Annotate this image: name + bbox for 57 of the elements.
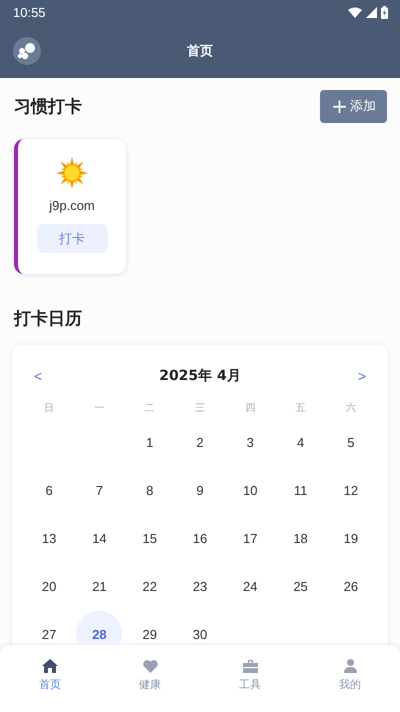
battery-icon bbox=[381, 6, 388, 18]
calendar-day[interactable]: 15 bbox=[126, 515, 173, 561]
person-icon bbox=[344, 659, 356, 673]
calendar-day[interactable]: 4 bbox=[278, 419, 324, 465]
calendar-day[interactable]: 18 bbox=[278, 515, 324, 561]
logo-icon[interactable] bbox=[13, 37, 41, 65]
toolbox-icon bbox=[242, 660, 258, 672]
calendar-day[interactable]: 20 bbox=[26, 563, 72, 609]
calendar-day[interactable]: 3 bbox=[227, 419, 274, 465]
weekday-label: 一 bbox=[93, 402, 106, 416]
calendar-day[interactable]: 9 bbox=[176, 467, 223, 513]
signal-icon bbox=[366, 6, 377, 18]
page-title: 首页 bbox=[187, 44, 213, 59]
weekday-label: 六 bbox=[344, 402, 357, 416]
sun-icon bbox=[56, 157, 88, 189]
calendar-day[interactable]: 24 bbox=[227, 563, 274, 609]
calendar-day[interactable]: 29 bbox=[126, 611, 173, 645]
calendar-day[interactable]: 16 bbox=[176, 515, 223, 561]
calendar-day[interactable]: 22 bbox=[126, 563, 173, 609]
calendar-day[interactable]: 10 bbox=[227, 467, 274, 513]
section-title: 打卡日历 bbox=[13, 308, 83, 330]
calendar-day[interactable]: 12 bbox=[328, 467, 374, 513]
habit-name: j9p.com bbox=[49, 198, 95, 213]
calendar-day[interactable]: 26 bbox=[328, 563, 374, 609]
home-icon bbox=[42, 659, 58, 673]
calendar-day[interactable]: 27 bbox=[26, 611, 72, 645]
month-label: 2025年 4月 bbox=[159, 367, 241, 385]
weekday-label: 四 bbox=[244, 402, 256, 416]
weekday-label: 日 bbox=[43, 402, 56, 416]
add-button[interactable]: +添加 bbox=[320, 90, 387, 122]
calendar-day[interactable]: 8 bbox=[126, 467, 173, 513]
calendar-day[interactable]: 19 bbox=[328, 515, 374, 561]
weekday-label: 五 bbox=[294, 402, 307, 416]
calendar-day[interactable]: 25 bbox=[278, 563, 324, 609]
heart-icon bbox=[142, 660, 158, 672]
calendar-day[interactable]: 6 bbox=[26, 467, 72, 513]
calendar-day[interactable]: 13 bbox=[26, 515, 72, 561]
calendar-day[interactable]: 7 bbox=[76, 467, 122, 513]
habit-card[interactable]: j9p.com 打卡 bbox=[14, 139, 126, 274]
calendar-day[interactable]: 1 bbox=[126, 419, 173, 465]
tab-item[interactable]: 首页 bbox=[0, 645, 100, 712]
calendar-day[interactable]: 21 bbox=[76, 563, 122, 609]
calendar-day[interactable]: 11 bbox=[278, 467, 324, 513]
previous-month-button[interactable]: < bbox=[24, 368, 52, 384]
status-time: 10:55 bbox=[13, 4, 46, 20]
calendar-day[interactable]: 2 bbox=[176, 419, 223, 465]
weekday-label: 二 bbox=[144, 402, 156, 416]
weekday-label: 三 bbox=[194, 402, 206, 416]
calendar-day[interactable]: 5 bbox=[328, 419, 374, 465]
calendar-day[interactable]: 23 bbox=[176, 563, 223, 609]
calendar-day[interactable]: 30 bbox=[176, 611, 223, 645]
wifi-icon bbox=[348, 6, 362, 18]
next-month-button[interactable]: > bbox=[348, 368, 376, 384]
section-title: 习惯打卡 bbox=[13, 96, 82, 118]
calendar-day[interactable]: 17 bbox=[227, 515, 274, 561]
calendar-day[interactable]: 28 bbox=[76, 611, 122, 645]
calendar-day[interactable]: 14 bbox=[76, 515, 122, 561]
